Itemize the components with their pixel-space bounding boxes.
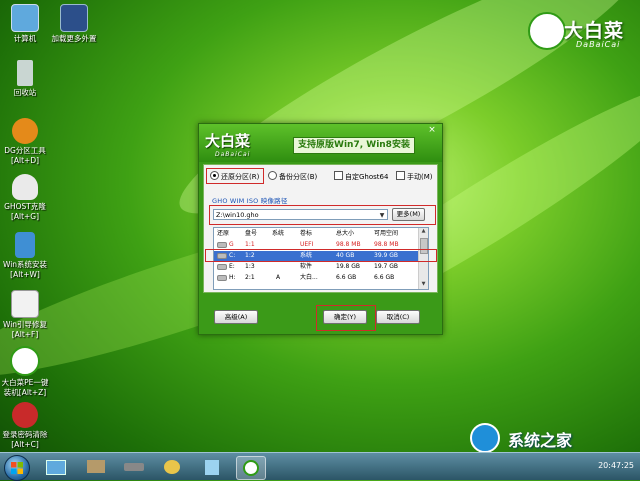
brand-name: 大白菜 (564, 20, 625, 42)
column-header: 卷标 (300, 230, 313, 237)
desktop-icon-label: 大白菜PE一键 (1, 378, 49, 387)
radio-icon (268, 171, 277, 180)
windows-install-icon (15, 232, 35, 258)
dialog-body: 还原分区(R) 备份分区(B) 自定Ghost64 手动(M) GHO WIM … (203, 164, 438, 293)
desktop-icon-label: Win系统安装 (2, 260, 48, 269)
taskbar-clock[interactable]: 20:47:25 (598, 461, 634, 470)
free-space-cell: 6.6 GB (374, 274, 395, 281)
boot-repair-icon (11, 290, 39, 318)
start-button[interactable] (4, 455, 30, 481)
drive-cell: E: (229, 263, 235, 270)
total-size-cell: 6.6 GB (336, 274, 357, 281)
drive-cell: H: (229, 274, 236, 281)
dabaicai-installer-icon (10, 346, 40, 376)
custom-ghost-label: 自定Ghost64 (345, 173, 389, 181)
dialog-slogan: 支持原版Win7, Win8安装 (293, 137, 415, 154)
highlight-box (209, 205, 436, 225)
desktop-icon-boot-repair[interactable]: Win引导修复 [Alt+F] (0, 290, 56, 340)
cabbage-logo-icon (528, 12, 566, 50)
highlight-box (316, 305, 376, 331)
checkbox-icon (334, 171, 343, 180)
taskbar-tools-icon[interactable] (82, 456, 110, 478)
highlight-box (205, 249, 437, 262)
column-header: 盘号 (245, 230, 258, 237)
watermark-text: 系统之家 (508, 431, 573, 450)
scroll-up-icon[interactable]: ▲ (419, 228, 428, 236)
desktop-icon-shortcut: [Alt+C] (11, 440, 39, 449)
installer-dialog: 大白菜 DaBaiCai 支持原版Win7, Win8安装 × 还原分区(R) … (198, 123, 443, 335)
desktop-icon-label: 登录密码清除 (2, 430, 48, 439)
desktop-icon-diskgenius[interactable]: DG分区工具 [Alt+D] (0, 118, 56, 166)
dialog-logo: 大白菜 DaBaiCai (205, 130, 250, 158)
backup-partition-radio[interactable]: 备份分区(B) (268, 171, 317, 182)
disk-number-cell: 1:3 (245, 263, 255, 270)
table-row[interactable]: E: 1:3 软件 19.8 GB 19.7 GB (214, 262, 420, 272)
dialog-logo-text: 大白菜 (205, 132, 251, 150)
taskbar-game-icon[interactable] (158, 456, 186, 478)
computer-icon (11, 4, 39, 32)
watermark: 系统之家 (470, 423, 640, 453)
dialog-logo-sub: DaBaiCai (215, 151, 251, 158)
brand-logo: 大白菜 DaBaiCai (528, 12, 628, 56)
desktop-icon-recycle-bin[interactable]: 回收站 (0, 60, 56, 98)
desktop-icon-password-clear[interactable]: 登录密码清除 [Alt+C] (0, 402, 56, 450)
column-header: 还原 (217, 230, 230, 237)
taskbar-computer-icon[interactable] (42, 456, 70, 478)
custom-ghost-checkbox[interactable]: 自定Ghost64 (334, 171, 388, 182)
manual-checkbox[interactable]: 手动(M) (396, 171, 433, 182)
windows-logo-icon (11, 462, 23, 474)
brand-subname: DaBaiCai (576, 40, 621, 49)
taskbar-dabaicai-icon[interactable] (236, 456, 266, 480)
table-header: 还原 盘号 系统 卷标 总大小 可用空间 (214, 229, 420, 239)
free-space-cell: 19.7 GB (374, 263, 399, 270)
diskgenius-icon (12, 118, 38, 144)
taskbar-disk-icon[interactable] (120, 456, 148, 478)
checkbox-icon (396, 171, 405, 180)
column-header: 可用空间 (374, 230, 399, 237)
desktop-icon-label: 加载更多外置 (51, 34, 97, 43)
disk-icon (217, 262, 227, 272)
desktop-icon-label: DG分区工具 (4, 146, 46, 155)
desktop-icon-dabaicai-installer[interactable]: 大白菜PE一键 装机[Alt+Z] (0, 346, 56, 398)
volume-label-cell: 大白... (300, 274, 318, 281)
manual-label: 手动(M) (407, 173, 433, 181)
recycle-bin-icon (17, 60, 33, 86)
disk-number-cell: 2:1 (245, 274, 255, 281)
system-cell: A (276, 274, 281, 281)
table-row[interactable]: H: 2:1 A 大白... 6.6 GB 6.6 GB (214, 273, 420, 283)
column-header: 总大小 (336, 230, 355, 237)
taskbar-notepad-icon[interactable] (198, 456, 226, 478)
disk-icon (217, 273, 227, 283)
dialog-header: 大白菜 DaBaiCai 支持原版Win7, Win8安装 × (199, 124, 442, 162)
volume-label-cell: 软件 (300, 263, 313, 270)
scroll-down-icon[interactable]: ▼ (419, 281, 428, 289)
desktop-icon-windows-install[interactable]: Win系统安装 [Alt+W] (0, 232, 56, 280)
total-size-cell: 19.8 GB (336, 263, 361, 270)
desktop-icon-label: GHOST克隆 (4, 202, 46, 211)
taskbar: 20:47:25 (0, 452, 640, 481)
desktop-icon-shortcut: [Alt+G] (10, 212, 40, 221)
password-clear-icon (12, 402, 38, 428)
desktop-icon-add-external[interactable]: 加载更多外置 (43, 4, 105, 44)
desktop-icon-shortcut: [Alt+D] (10, 156, 40, 165)
advanced-button[interactable]: 高级(A) (214, 310, 258, 324)
highlight-box (206, 168, 264, 184)
desktop-icon-ghost[interactable]: GHOST克隆 [Alt+G] (0, 174, 56, 222)
desktop-icon-shortcut: [Alt+W] (10, 270, 40, 279)
desktop-icon-label: 回收站 (13, 88, 37, 97)
ghost-icon (12, 174, 38, 200)
desktop-icon-shortcut: 装机[Alt+Z] (3, 388, 47, 397)
cancel-button[interactable]: 取消(C) (376, 310, 420, 324)
desktop-icon-label: Win引导修复 (2, 320, 48, 329)
add-external-icon (60, 4, 88, 32)
house-logo-icon (470, 423, 500, 453)
image-path-label: GHO WIM ISO 映像路径 (212, 197, 288, 205)
desktop-icon-shortcut: [Alt+F] (11, 330, 39, 339)
close-icon[interactable]: × (427, 125, 437, 135)
backup-partition-label: 备份分区(B) (279, 173, 318, 181)
column-header: 系统 (272, 230, 285, 237)
